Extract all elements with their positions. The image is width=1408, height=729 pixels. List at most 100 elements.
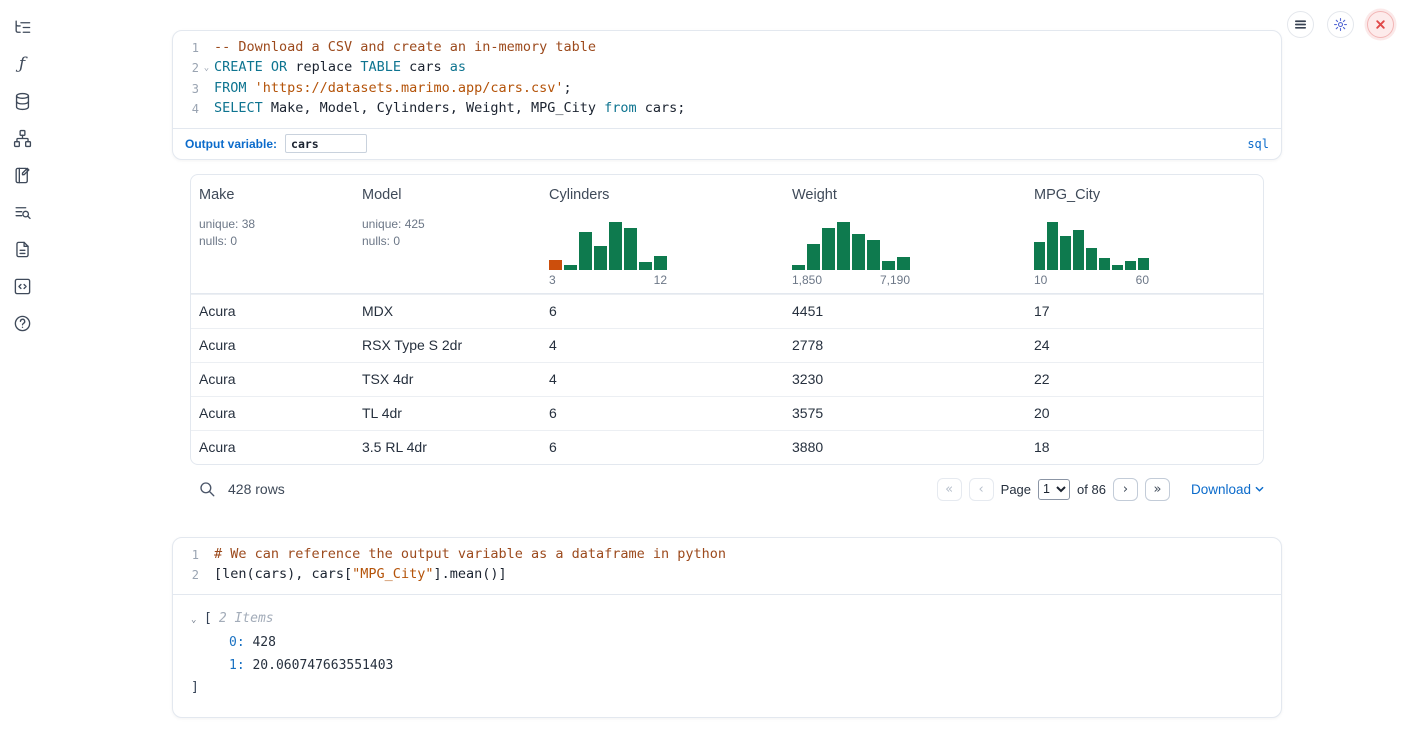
histogram-bar bbox=[822, 228, 835, 270]
histogram-bar bbox=[639, 262, 652, 270]
column-name: MPG_City bbox=[1034, 187, 1255, 203]
code-line[interactable]: 1# We can reference the output variable … bbox=[173, 545, 1281, 565]
table-cell: 2778 bbox=[784, 329, 1026, 362]
double-chevron-left-icon: « bbox=[945, 482, 953, 497]
pagination: « ‹ Page 1 of 86 › » Download bbox=[937, 478, 1264, 501]
download-label: Download bbox=[1191, 482, 1251, 497]
table-row[interactable]: AcuraRSX Type S 2dr4277824 bbox=[191, 328, 1263, 362]
fold-toggle-icon[interactable]: ⌄ bbox=[199, 58, 214, 79]
chevron-left-icon: ‹ bbox=[979, 482, 984, 497]
column-header[interactable]: Modelunique: 425nulls: 0 bbox=[354, 175, 541, 293]
table-cell: 6 bbox=[541, 295, 784, 328]
table-cell: 3880 bbox=[784, 431, 1026, 464]
first-page-button[interactable]: « bbox=[937, 478, 962, 501]
python-code-editor[interactable]: 1# We can reference the output variable … bbox=[173, 538, 1281, 594]
table-cell: 3575 bbox=[784, 397, 1026, 430]
scratchpad-icon[interactable] bbox=[11, 164, 33, 186]
column-header[interactable]: MPG_City 1060 bbox=[1026, 175, 1263, 293]
page-select[interactable]: 1 bbox=[1038, 479, 1070, 500]
snippets-icon[interactable] bbox=[11, 238, 33, 260]
histogram-bar bbox=[1047, 222, 1058, 270]
histogram-bar bbox=[1086, 248, 1097, 270]
sql-code-editor[interactable]: 1 -- Download a CSV and create an in-memo… bbox=[173, 31, 1281, 128]
histogram-bar bbox=[564, 265, 577, 270]
line-number: 1 bbox=[173, 38, 199, 58]
histogram-bar bbox=[579, 232, 592, 270]
prev-page-button[interactable]: ‹ bbox=[969, 478, 994, 501]
histogram-bars bbox=[549, 220, 667, 270]
code-line[interactable]: 2[len(cars), cars["MPG_City"].mean()] bbox=[173, 565, 1281, 585]
code-text: -- Download a CSV and create an in-memor… bbox=[214, 38, 596, 58]
column-stats: unique: 38nulls: 0 bbox=[199, 216, 346, 249]
histogram-bar bbox=[1125, 261, 1136, 270]
hist-min-label: 3 bbox=[549, 273, 556, 287]
table-cell: 4451 bbox=[784, 295, 1026, 328]
table-cell: Acura bbox=[191, 431, 354, 464]
column-histogram[interactable]: 1060 bbox=[1034, 220, 1149, 287]
output-variable-input[interactable] bbox=[285, 134, 367, 153]
table-cell: Acura bbox=[191, 397, 354, 430]
datasources-icon[interactable] bbox=[11, 90, 33, 112]
column-header[interactable]: Weight1,8507,190 bbox=[784, 175, 1026, 293]
histogram-axis-labels: 312 bbox=[549, 273, 667, 287]
table-cell: 18 bbox=[1026, 431, 1263, 464]
chevron-right-icon: › bbox=[1123, 482, 1128, 497]
data-table: Makeunique: 38nulls: 0Modelunique: 425nu… bbox=[190, 174, 1264, 465]
close-button[interactable] bbox=[1367, 11, 1394, 38]
table-cell: 4 bbox=[541, 329, 784, 362]
code-line[interactable]: 2⌄CREATE OR replace TABLE cars as bbox=[173, 58, 1281, 79]
code-line[interactable]: 3FROM 'https://datasets.marimo.app/cars.… bbox=[173, 79, 1281, 99]
code-text: CREATE OR replace TABLE cars as bbox=[214, 58, 466, 79]
code-text: SELECT Make, Model, Cylinders, Weight, M… bbox=[214, 99, 685, 119]
collapse-toggle-icon[interactable]: ⌄ bbox=[191, 609, 204, 631]
settings-button[interactable] bbox=[1327, 11, 1354, 38]
table-cell: 3.5 RL 4dr bbox=[354, 431, 541, 464]
hist-min-label: 10 bbox=[1034, 273, 1047, 287]
column-histogram[interactable]: 1,8507,190 bbox=[792, 220, 910, 287]
table-row[interactable]: AcuraTSX 4dr4323022 bbox=[191, 362, 1263, 396]
fold-gutter bbox=[199, 38, 214, 58]
logs-icon[interactable] bbox=[11, 201, 33, 223]
dependency-graph-icon[interactable] bbox=[11, 127, 33, 149]
search-icon[interactable] bbox=[198, 480, 216, 498]
table-header: Makeunique: 38nulls: 0Modelunique: 425nu… bbox=[191, 175, 1263, 294]
table-row[interactable]: Acura3.5 RL 4dr6388018 bbox=[191, 430, 1263, 464]
items-count: 2 Items bbox=[219, 608, 274, 630]
hist-max-label: 7,190 bbox=[880, 273, 910, 287]
column-name: Cylinders bbox=[549, 187, 776, 203]
next-page-button[interactable]: › bbox=[1113, 478, 1138, 501]
topbar bbox=[1287, 11, 1394, 38]
column-histogram[interactable]: 312 bbox=[549, 220, 667, 287]
table-row[interactable]: AcuraMDX6445117 bbox=[191, 294, 1263, 328]
documentation-icon[interactable] bbox=[11, 275, 33, 297]
histogram-bar bbox=[897, 257, 910, 270]
code-line[interactable]: 4SELECT Make, Model, Cylinders, Weight, … bbox=[173, 99, 1281, 119]
sql-cell-footer: Output variable: sql bbox=[173, 128, 1281, 159]
last-page-button[interactable]: » bbox=[1145, 478, 1170, 501]
table-cell: 6 bbox=[541, 431, 784, 464]
code-line[interactable]: 1 -- Download a CSV and create an in-memo… bbox=[173, 38, 1281, 58]
histogram-bar bbox=[792, 265, 805, 270]
column-header[interactable]: Cylinders 312 bbox=[541, 175, 784, 293]
close-bracket: ] bbox=[191, 677, 1265, 699]
menu-button[interactable] bbox=[1287, 11, 1314, 38]
histogram-axis-labels: 1060 bbox=[1034, 273, 1149, 287]
column-header[interactable]: Makeunique: 38nulls: 0 bbox=[191, 175, 354, 293]
help-icon[interactable] bbox=[11, 312, 33, 334]
line-number: 2 bbox=[173, 58, 199, 79]
histogram-bar bbox=[1138, 258, 1149, 270]
table-cell: RSX Type S 2dr bbox=[354, 329, 541, 362]
table-row[interactable]: AcuraTL 4dr6357520 bbox=[191, 396, 1263, 430]
download-link[interactable]: Download bbox=[1191, 482, 1264, 497]
variables-icon[interactable]: ƒ bbox=[11, 53, 33, 75]
output-list-item: 1: 20.060747663551403 bbox=[191, 654, 1265, 677]
histogram-bar bbox=[654, 256, 667, 270]
table-cell: 24 bbox=[1026, 329, 1263, 362]
histogram-bar bbox=[624, 228, 637, 270]
open-bracket: [ bbox=[204, 608, 212, 630]
histogram-bar bbox=[609, 222, 622, 270]
histogram-bar bbox=[852, 234, 865, 270]
table-cell: 22 bbox=[1026, 363, 1263, 396]
output-variable-label: Output variable: bbox=[185, 137, 277, 151]
file-tree-icon[interactable] bbox=[11, 16, 33, 38]
